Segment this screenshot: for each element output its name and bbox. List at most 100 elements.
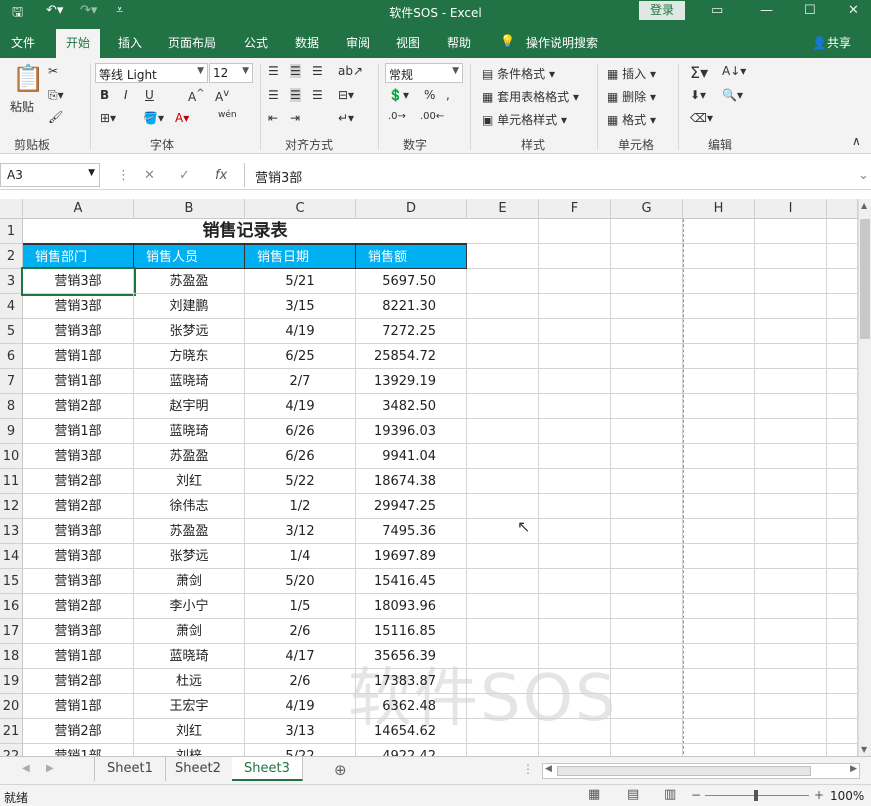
insert-cells-button[interactable]: ▦ 插入 ▾ (607, 65, 656, 82)
empty-cell[interactable] (611, 644, 683, 669)
empty-cell[interactable] (683, 294, 755, 319)
empty-cell[interactable] (611, 619, 683, 644)
empty-cell[interactable] (827, 519, 858, 544)
table-cell[interactable]: 29947.25 (356, 494, 467, 519)
empty-cell[interactable] (755, 369, 827, 394)
table-cell[interactable]: 营销1部 (23, 419, 134, 444)
empty-cell[interactable] (827, 744, 858, 756)
expand-formula-icon[interactable]: ⌄ (858, 168, 869, 183)
empty-cell[interactable] (467, 394, 539, 419)
table-cell[interactable]: 营销1部 (23, 744, 134, 756)
table-cell[interactable]: 刘红 (134, 719, 245, 744)
table-cell[interactable]: 萧剑 (134, 569, 245, 594)
empty-cell[interactable] (755, 644, 827, 669)
empty-cell[interactable] (755, 469, 827, 494)
sheet-tab-2[interactable]: Sheet2 (163, 757, 234, 781)
empty-cell[interactable] (683, 269, 755, 294)
format-as-table-button[interactable]: ▦ 套用表格格式 ▾ (482, 88, 579, 105)
table-cell[interactable]: 4/17 (245, 644, 356, 669)
align-center-icon[interactable]: ☰ (290, 88, 301, 102)
row-header[interactable]: 20 (0, 694, 23, 719)
empty-cell[interactable] (683, 219, 755, 244)
row-header[interactable]: 15 (0, 569, 23, 594)
empty-cell[interactable] (467, 544, 539, 569)
empty-cell[interactable] (539, 344, 611, 369)
minimize-icon[interactable]: — (760, 3, 773, 18)
row-header[interactable]: 11 (0, 469, 23, 494)
tab-data[interactable]: 数据 (295, 34, 319, 51)
tell-me-search[interactable]: 操作说明搜索 (526, 34, 598, 51)
format-cells-button[interactable]: ▦ 格式 ▾ (607, 111, 656, 128)
increase-decimal-icon[interactable]: .0→ (388, 111, 406, 122)
empty-cell[interactable] (755, 394, 827, 419)
empty-cell[interactable] (755, 744, 827, 756)
empty-cell[interactable] (827, 644, 858, 669)
empty-cell[interactable] (755, 519, 827, 544)
empty-cell[interactable] (539, 294, 611, 319)
row-header[interactable]: 5 (0, 319, 23, 344)
empty-cell[interactable] (755, 294, 827, 319)
empty-cell[interactable] (755, 694, 827, 719)
column-header-c[interactable]: C (245, 199, 356, 219)
empty-cell[interactable] (683, 569, 755, 594)
insert-function-button[interactable]: fx (215, 168, 227, 183)
table-cell[interactable]: 苏盈盈 (134, 269, 245, 294)
currency-icon[interactable]: 💲▾ (388, 88, 409, 102)
empty-cell[interactable] (827, 544, 858, 569)
name-box[interactable]: A3 ▼ (0, 163, 100, 187)
row-header[interactable]: 19 (0, 669, 23, 694)
empty-cell[interactable] (467, 694, 539, 719)
normal-view-icon[interactable]: ▦ (588, 787, 600, 802)
increase-font-icon[interactable]: A^ (188, 88, 205, 104)
row-header[interactable]: 1 (0, 219, 23, 244)
table-cell[interactable]: 营销1部 (23, 694, 134, 719)
table-cell[interactable]: 19396.03 (356, 419, 467, 444)
prev-sheet-icon[interactable]: ◀ (22, 763, 30, 774)
table-cell[interactable]: 7495.36 (356, 519, 467, 544)
empty-cell[interactable] (611, 594, 683, 619)
table-cell[interactable]: 18674.38 (356, 469, 467, 494)
empty-cell[interactable] (827, 594, 858, 619)
empty-cell[interactable] (539, 419, 611, 444)
enter-icon[interactable]: ✓ (179, 168, 190, 183)
table-cell[interactable]: 李小宁 (134, 594, 245, 619)
table-cell[interactable]: 1/5 (245, 594, 356, 619)
table-cell[interactable]: 3/12 (245, 519, 356, 544)
row-header[interactable]: 9 (0, 419, 23, 444)
empty-cell[interactable] (827, 219, 858, 244)
row-header[interactable]: 10 (0, 444, 23, 469)
table-cell[interactable]: 营销1部 (23, 369, 134, 394)
empty-cell[interactable] (467, 369, 539, 394)
table-cell[interactable]: 萧剑 (134, 619, 245, 644)
table-cell[interactable]: 35656.39 (356, 644, 467, 669)
column-header-a[interactable]: A (23, 199, 134, 219)
empty-cell[interactable] (755, 319, 827, 344)
column-header-d[interactable]: D (356, 199, 467, 219)
empty-cell[interactable] (467, 469, 539, 494)
empty-cell[interactable] (827, 719, 858, 744)
table-cell[interactable]: 营销3部 (23, 519, 134, 544)
empty-cell[interactable] (827, 369, 858, 394)
empty-cell[interactable] (467, 344, 539, 369)
empty-cell[interactable] (539, 394, 611, 419)
empty-cell[interactable] (611, 744, 683, 756)
empty-cell[interactable] (683, 494, 755, 519)
empty-cell[interactable] (827, 669, 858, 694)
tab-page-layout[interactable]: 页面布局 (168, 34, 216, 51)
column-header-i[interactable]: I (755, 199, 827, 219)
empty-cell[interactable] (539, 544, 611, 569)
table-cell[interactable]: 杜远 (134, 669, 245, 694)
table-cell[interactable]: 5697.50 (356, 269, 467, 294)
empty-cell[interactable] (827, 269, 858, 294)
align-top-icon[interactable]: ☰ (268, 64, 279, 78)
empty-cell[interactable] (683, 694, 755, 719)
scroll-thumb[interactable] (557, 766, 811, 776)
font-color-icon[interactable]: A▾ (175, 111, 189, 125)
empty-cell[interactable] (539, 494, 611, 519)
table-cell[interactable]: 5/20 (245, 569, 356, 594)
worksheet-grid[interactable]: A B C D E F G H I 销售记录表 软件SOS 1234567891… (0, 199, 858, 756)
zoom-level[interactable]: 100% (830, 789, 864, 803)
empty-cell[interactable] (467, 269, 539, 294)
align-left-icon[interactable]: ☰ (268, 88, 279, 102)
table-cell[interactable]: 15416.45 (356, 569, 467, 594)
